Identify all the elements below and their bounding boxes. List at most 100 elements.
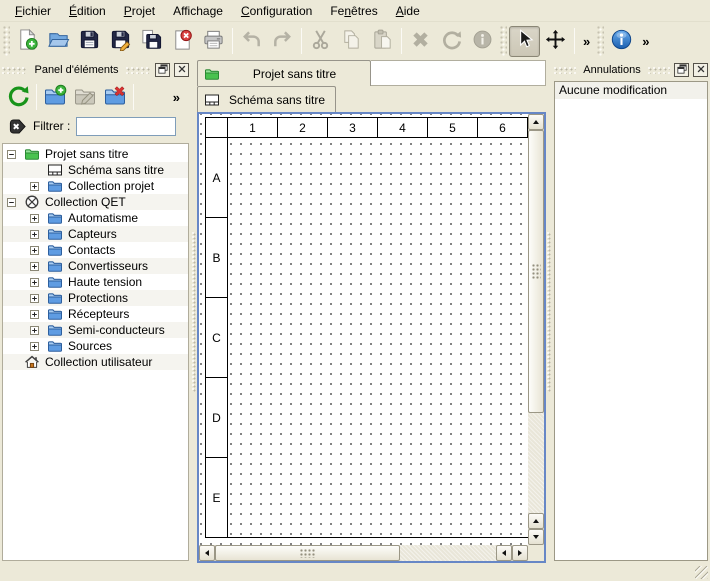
tree-item-convertisseurs[interactable]: Convertisseurs — [3, 258, 188, 274]
scroll-up-button[interactable] — [528, 114, 544, 130]
undo-list-item[interactable]: Aucune modification — [555, 82, 707, 99]
scroll-left-button[interactable] — [199, 545, 215, 561]
scroll-left-button-right[interactable] — [496, 545, 512, 561]
vertical-scrollbar[interactable] — [528, 114, 544, 545]
expander-icon[interactable] — [30, 246, 39, 255]
close-panel-button[interactable] — [693, 63, 708, 77]
float-panel-button[interactable] — [155, 63, 170, 77]
tree-item-semi-conducteurs[interactable]: Semi-conducteurs — [3, 322, 188, 338]
expander-icon[interactable] — [7, 150, 16, 159]
tree-item-collection-qet[interactable]: Collection QET — [3, 194, 188, 210]
menu-projet[interactable]: Projet — [115, 1, 164, 21]
close-project-button[interactable] — [167, 26, 198, 57]
print-icon — [202, 28, 225, 54]
expander-icon[interactable] — [30, 182, 39, 191]
scroll-up-button-bottom[interactable] — [528, 513, 544, 529]
toolbar-handle[interactable] — [500, 26, 507, 56]
tree-item-recepteurs[interactable]: Récepteurs — [3, 306, 188, 322]
expander-icon[interactable] — [30, 294, 39, 303]
about-info-button[interactable] — [606, 26, 637, 57]
menu-fichier[interactable]: Fichier — [6, 1, 60, 21]
horizontal-scroll-thumb[interactable] — [215, 545, 400, 561]
schema-editor-view[interactable]: 123456 ABCDE — [197, 112, 546, 563]
filter-input[interactable] — [76, 117, 176, 136]
close-panel-button[interactable] — [174, 63, 189, 77]
dock-grip-texture[interactable] — [554, 67, 576, 74]
page-bottom-border — [227, 537, 528, 538]
tab-project[interactable]: Projet sans titre — [197, 60, 371, 86]
scroll-right-button[interactable] — [512, 545, 528, 561]
expander-icon[interactable] — [30, 326, 39, 335]
expander-icon[interactable] — [30, 278, 39, 287]
tree-item-label: Collection utilisateur — [45, 355, 152, 369]
tree-item-contacts[interactable]: Contacts — [3, 242, 188, 258]
dock-grip-texture[interactable] — [2, 67, 27, 74]
toolbar-overflow-button[interactable]: » — [173, 90, 188, 105]
tree-item-projet-sans-titre[interactable]: Projet sans titre — [3, 146, 188, 162]
horizontal-scrollbar[interactable] — [199, 545, 528, 561]
tree-item-collection-projet[interactable]: Collection projet — [3, 178, 188, 194]
float-icon — [158, 64, 168, 77]
float-icon — [677, 64, 687, 77]
tree-item-collection-utilisateur[interactable]: Collection utilisateur — [3, 354, 188, 370]
toolbar-overflow-button[interactable]: » — [578, 34, 595, 49]
tree-item-schema-sans-titre[interactable]: Schéma sans titre — [3, 162, 188, 178]
select-arrow-button[interactable] — [509, 26, 540, 57]
qet-logo-icon — [24, 194, 40, 210]
expander-icon[interactable] — [7, 198, 16, 207]
expander-icon[interactable] — [30, 214, 39, 223]
scroll-down-button[interactable] — [528, 529, 544, 545]
folder-icon — [47, 306, 63, 322]
tab-schema[interactable]: Schéma sans titre — [197, 86, 336, 112]
clear-filter-icon[interactable] — [8, 117, 27, 136]
save-button[interactable] — [74, 26, 105, 57]
expander-icon[interactable] — [30, 310, 39, 319]
resize-grip[interactable] — [695, 566, 708, 579]
menu-configuration[interactable]: Configuration — [232, 1, 321, 21]
rotate-button — [436, 26, 467, 57]
tree-item-automatisme[interactable]: Automatisme — [3, 210, 188, 226]
move-button[interactable] — [540, 26, 571, 57]
expander-icon[interactable] — [30, 262, 39, 271]
float-panel-button[interactable] — [674, 63, 689, 77]
tree-item-label: Protections — [68, 291, 128, 305]
new-category-button[interactable] — [40, 82, 70, 112]
tree-item-label: Convertisseurs — [68, 259, 148, 273]
folder-icon — [47, 322, 63, 338]
tree-item-haute-tension[interactable]: Haute tension — [3, 274, 188, 290]
tree-item-protections[interactable]: Protections — [3, 290, 188, 306]
vertical-scroll-thumb[interactable] — [528, 130, 544, 413]
dock-grip-texture[interactable] — [126, 67, 151, 74]
save-as-button[interactable] — [105, 26, 136, 57]
toolbar-handle[interactable] — [597, 26, 604, 56]
menu-affichage[interactable]: Affichage — [164, 1, 232, 21]
tree-item-sources[interactable]: Sources — [3, 338, 188, 354]
menu-fenetres[interactable]: Fenêtres — [321, 1, 386, 21]
about-info-icon — [610, 28, 633, 54]
schema-canvas[interactable]: 123456 ABCDE — [199, 114, 528, 545]
undo-history-list: Aucune modification — [554, 81, 708, 561]
menu-aide[interactable]: Aide — [387, 1, 429, 21]
expander-icon[interactable] — [30, 342, 39, 351]
toolbar-handle[interactable] — [3, 26, 10, 56]
expander-icon[interactable] — [30, 230, 39, 239]
dock-grip-texture[interactable] — [648, 67, 670, 74]
save-all-button[interactable] — [136, 26, 167, 57]
filter-label: Filtrer : — [33, 119, 70, 133]
delete-category-button[interactable] — [100, 82, 130, 112]
new-document-button[interactable] — [12, 26, 43, 57]
print-button[interactable] — [198, 26, 229, 57]
schema-icon — [204, 92, 220, 108]
open-project-button[interactable] — [43, 26, 74, 57]
row-header: C — [205, 297, 228, 378]
reload-button[interactable] — [3, 82, 33, 112]
tree-item-label: Haute tension — [68, 275, 142, 289]
splitter-right[interactable] — [546, 60, 552, 563]
copy-icon — [340, 28, 363, 54]
toolbar-overflow-button[interactable]: » — [637, 34, 654, 49]
tree-item-label: Capteurs — [68, 227, 117, 241]
tree-item-capteurs[interactable]: Capteurs — [3, 226, 188, 242]
element-info-button — [467, 26, 498, 57]
menu-edition[interactable]: Édition — [60, 1, 115, 21]
redo-icon — [271, 28, 294, 54]
